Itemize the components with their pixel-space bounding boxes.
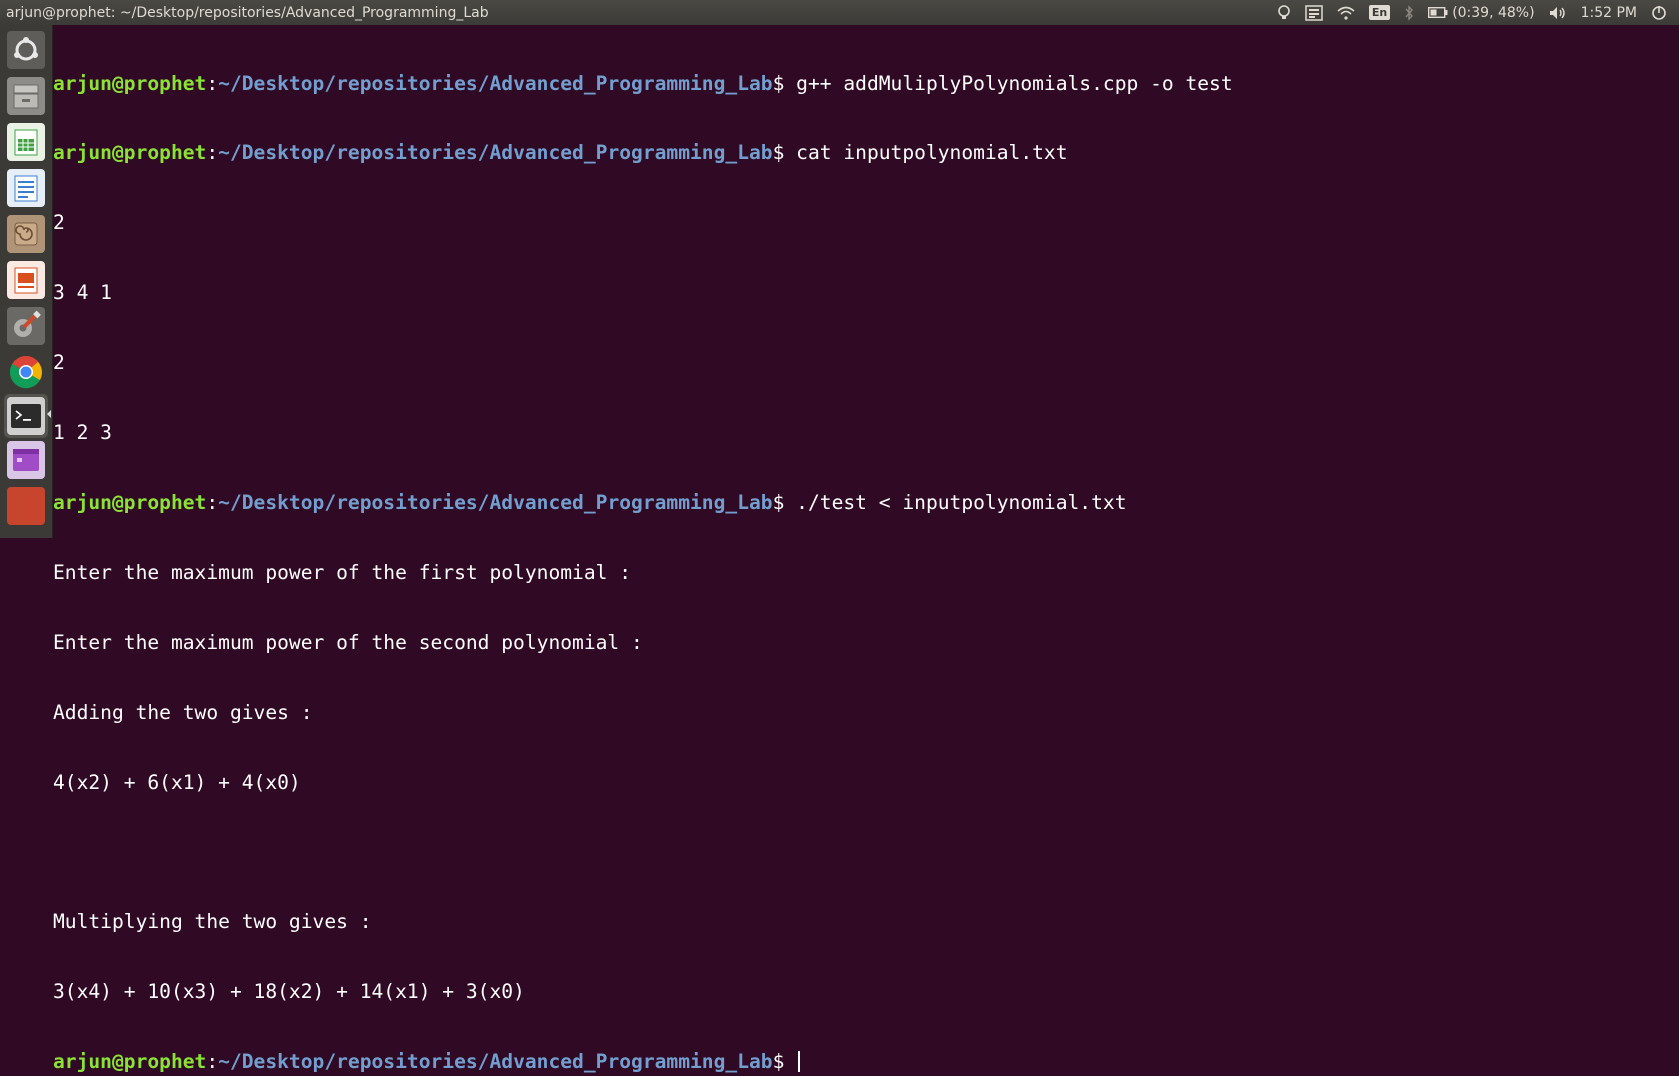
output-line: 4(x2) + 6(x1) + 4(x0) [53, 770, 301, 794]
battery-status: (0:39, 48%) [1452, 4, 1535, 21]
launcher-item-app[interactable] [4, 438, 48, 482]
prompt-path: ~/Desktop/repositories/Advanced_Programm… [218, 1050, 773, 1074]
prompt-path: ~/Desktop/repositories/Advanced_Programm… [218, 141, 773, 165]
launcher-item-files[interactable] [4, 74, 48, 118]
prompt-user-host: arjun@prophet [53, 71, 207, 95]
libreoffice-calc-icon [7, 123, 45, 161]
window-title: arjun@prophet: ~/Desktop/repositories/Ad… [6, 4, 489, 21]
top-panel: arjun@prophet: ~/Desktop/repositories/Ad… [0, 0, 1679, 25]
terminal-window[interactable]: arjun@prophet:~/Desktop/repositories/Adv… [53, 25, 1679, 1073]
session-menu-icon[interactable] [1651, 5, 1667, 21]
launcher-item-dash[interactable] [4, 28, 48, 72]
output-line: Adding the two gives : [53, 700, 313, 724]
ubuntu-dash-icon [7, 31, 45, 69]
bluetooth-icon[interactable] [1404, 4, 1414, 21]
launcher-item-partial[interactable] [4, 484, 48, 528]
launcher-item-settings[interactable] [4, 304, 48, 348]
messaging-menu-icon[interactable] [1305, 4, 1323, 21]
launcher-item-writer[interactable] [4, 166, 48, 210]
clock[interactable]: 1:52 PM [1581, 5, 1637, 21]
archive-manager-icon [7, 215, 45, 253]
wifi-icon[interactable] [1337, 6, 1355, 20]
launcher-item-archive[interactable] [4, 212, 48, 256]
prompt-user-host: arjun@prophet [53, 141, 207, 165]
prompt-path: ~/Desktop/repositories/Advanced_Programm… [218, 71, 773, 95]
prompt-path: ~/Desktop/repositories/Advanced_Programm… [218, 490, 773, 514]
output-line: 3(x4) + 10(x3) + 18(x2) + 14(x1) + 3(x0) [53, 980, 525, 1004]
output-line: 2 [53, 351, 65, 375]
command-text: ./test < inputpolynomial.txt [784, 490, 1127, 514]
prompt-user-host: arjun@prophet [53, 1050, 207, 1074]
system-settings-icon [7, 307, 45, 345]
output-line: Enter the maximum power of the first pol… [53, 560, 632, 584]
launcher [0, 25, 53, 538]
prompt-line: arjun@prophet:~/Desktop/repositories/Adv… [53, 141, 1068, 165]
launcher-item-terminal[interactable] [4, 394, 48, 438]
terminal-output: arjun@prophet:~/Desktop/repositories/Adv… [53, 25, 1233, 1076]
prompt-symbol: $ [772, 71, 785, 95]
battery-indicator[interactable]: (0:39, 48%) [1428, 4, 1535, 21]
launcher-item-chrome[interactable] [4, 350, 48, 394]
files-icon [7, 77, 45, 115]
app-icon [7, 487, 45, 525]
output-line: Multiplying the two gives : [53, 910, 372, 934]
prompt-symbol: $ [772, 141, 785, 165]
active-indicator-arrow [47, 410, 51, 418]
libreoffice-writer-icon [7, 169, 45, 207]
launcher-item-calc[interactable] [4, 120, 48, 164]
battery-icon [1428, 7, 1448, 18]
command-text: cat inputpolynomial.txt [784, 141, 1068, 165]
command-text: g++ addMuliplyPolynomials.cpp -o test [784, 71, 1233, 95]
terminal-icon [7, 397, 45, 435]
prompt-line: arjun@prophet:~/Desktop/repositories/Adv… [53, 71, 1233, 95]
indicator-area: En (0:39, 48%) 1:52 PM [1277, 0, 1679, 25]
prompt-line: arjun@prophet:~/Desktop/repositories/Adv… [53, 490, 1127, 514]
libreoffice-impress-icon [7, 261, 45, 299]
output-line: 1 2 3 [53, 421, 112, 445]
prompt-line: arjun@prophet:~/Desktop/repositories/Adv… [53, 1050, 1233, 1073]
prompt-symbol: $ [772, 1050, 785, 1074]
prompt-user-host: arjun@prophet [53, 490, 207, 514]
output-line: 2 [53, 211, 65, 235]
keyboard-layout-indicator[interactable]: En [1368, 5, 1391, 20]
app-icon [7, 441, 45, 479]
launcher-item-impress[interactable] [4, 258, 48, 302]
prompt-symbol: $ [772, 490, 785, 514]
output-line: 3 4 1 [53, 281, 112, 305]
text-cursor [798, 1051, 801, 1073]
lightbulb-icon[interactable] [1277, 4, 1291, 21]
output-line: Enter the maximum power of the second po… [53, 630, 643, 654]
volume-icon[interactable] [1549, 6, 1567, 20]
chrome-icon [7, 353, 45, 391]
